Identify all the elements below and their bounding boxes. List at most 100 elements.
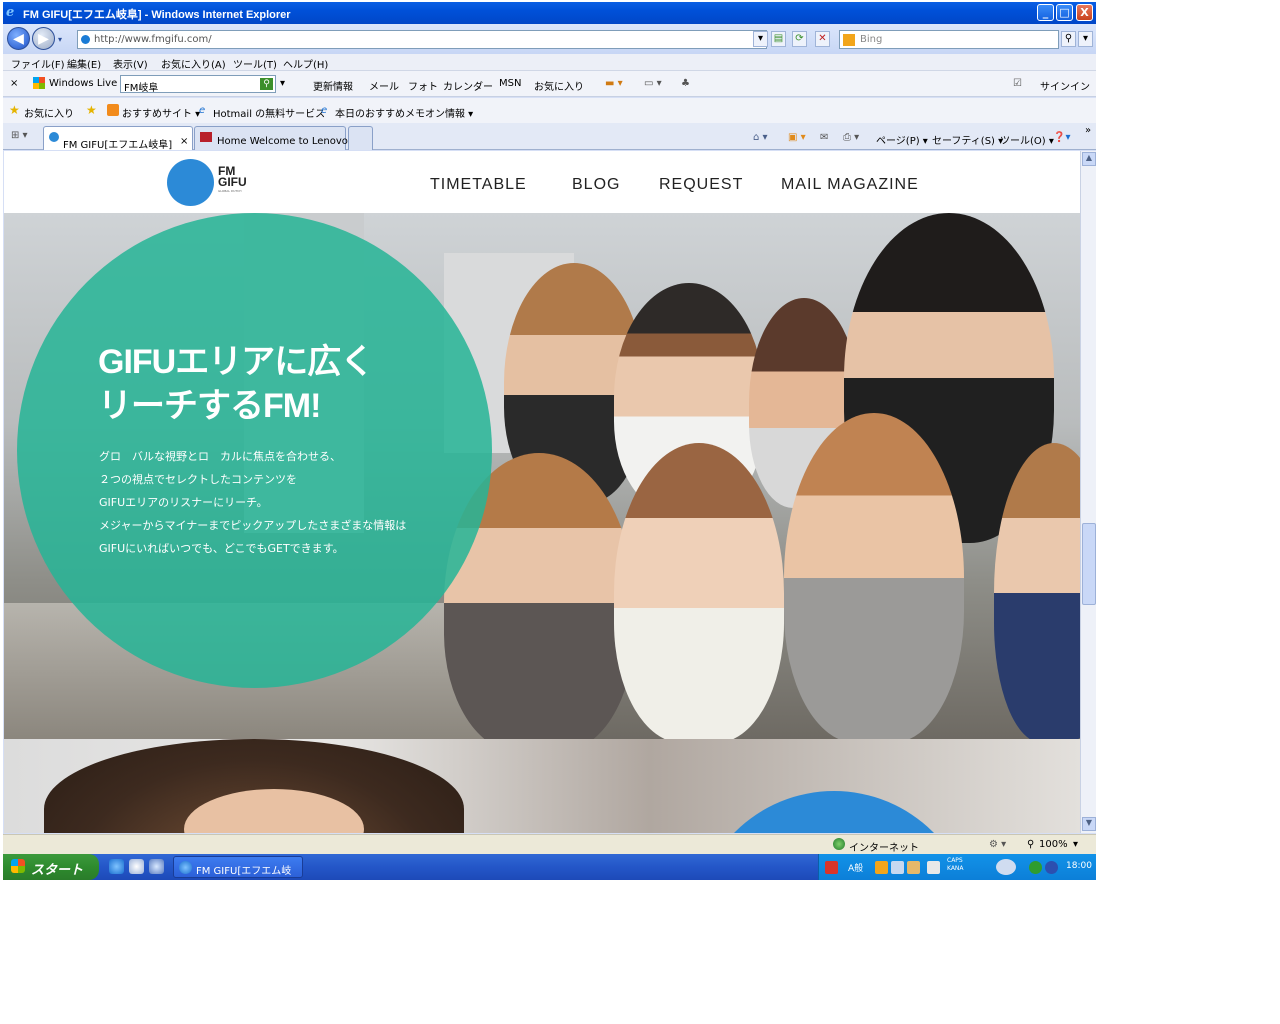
suggested-sites-icon: [107, 104, 119, 116]
compat-view-icon[interactable]: ▤: [771, 31, 786, 47]
scroll-thumb[interactable]: [1082, 523, 1096, 605]
quicklaunch-ie-icon[interactable]: [109, 859, 124, 874]
live-highlight-icon[interactable]: ▬ ▾: [605, 78, 623, 89]
menu-help[interactable]: ヘルプ(H): [283, 56, 328, 71]
tab-lenovo-label: Home Welcome to Lenovo: [217, 136, 348, 147]
search-options-icon[interactable]: ▾: [1078, 31, 1093, 47]
logo-tagline: GLOBAL DUTCH: [218, 189, 242, 193]
menu-view[interactable]: 表示(V): [113, 56, 148, 71]
safety-menu[interactable]: セーフティ(S) ▾: [932, 132, 1003, 147]
tray-help-icon[interactable]: [927, 861, 940, 874]
start-button[interactable]: スタート: [3, 854, 99, 880]
address-field[interactable]: http://www.fmgifu.com/: [77, 30, 767, 49]
fav-hotmail[interactable]: Hotmail の無料サービス: [213, 105, 325, 120]
quick-tabs-icon[interactable]: ⊞ ▾: [11, 130, 28, 141]
search-field[interactable]: Bing: [839, 30, 1059, 49]
tray-app-icon[interactable]: [875, 861, 888, 874]
tab-lenovo[interactable]: Home Welcome to Lenovo: [194, 126, 348, 150]
live-link-msn[interactable]: MSN: [499, 78, 521, 89]
live-toolbar-close-icon[interactable]: ×: [10, 78, 18, 89]
live-link-mail[interactable]: メール: [369, 78, 399, 93]
menu-favorites[interactable]: お気に入り(A): [161, 56, 226, 71]
close-button[interactable]: X: [1076, 4, 1093, 21]
menu-bar: ファイル(F) 編集(E) 表示(V) お気に入り(A) ツール(T) ヘルプ(…: [3, 54, 1096, 71]
live-link-calendar[interactable]: カレンダー: [443, 78, 493, 93]
quicklaunch-media-icon[interactable]: [129, 859, 144, 874]
live-link-photo[interactable]: フォト: [408, 78, 438, 93]
live-link-updates[interactable]: 更新情報: [313, 78, 353, 93]
caps-indicator: CAPS KANA: [947, 857, 964, 873]
command-bar-more[interactable]: »: [1085, 125, 1091, 136]
scroll-up-icon[interactable]: ▲: [1082, 152, 1096, 166]
scroll-down-icon[interactable]: ▼: [1082, 817, 1096, 831]
site-favicon-icon: [81, 35, 90, 44]
search-go-icon[interactable]: ⚲: [1061, 31, 1076, 47]
nav-blog[interactable]: BLOG: [572, 176, 620, 194]
browser-window: e FM GIFU[エフエム岐阜] - Windows Internet Exp…: [3, 2, 1096, 880]
feeds-icon[interactable]: ▣ ▾: [788, 132, 806, 143]
page-menu[interactable]: ページ(P) ▾: [876, 132, 928, 147]
ime-mode[interactable]: A般: [848, 861, 863, 874]
tools-menu[interactable]: ツール(O) ▾: [1000, 132, 1054, 147]
zoom-dropdown-icon[interactable]: ▾: [1073, 839, 1078, 850]
signin-link[interactable]: サインイン: [1040, 78, 1090, 93]
tray-network-icon[interactable]: [996, 859, 1016, 875]
logo-circle[interactable]: [167, 159, 214, 206]
minimize-button[interactable]: _: [1037, 4, 1054, 21]
hero-copy: グロ バルな視野とロ カルに焦点を合わせる、 ２つの視点でセレクトしたコンテンツ…: [99, 445, 406, 560]
quicklaunch-desktop-icon[interactable]: [149, 859, 164, 874]
tray-status-icon[interactable]: [1029, 861, 1042, 874]
tab-fm-gifu-label: FM GIFU[エフエム岐阜]: [63, 140, 173, 151]
nav-mail-magazine[interactable]: MAIL MAGAZINE: [781, 176, 919, 194]
tray-app-icon[interactable]: [891, 861, 904, 874]
security-zone: インターネット: [849, 843, 919, 854]
menu-edit[interactable]: 編集(E): [67, 56, 101, 71]
read-mail-icon[interactable]: ✉: [820, 132, 828, 143]
hero-title: GIFUエリアに広く リーチするFM!: [98, 340, 374, 428]
live-share-icon[interactable]: ▭ ▾: [644, 78, 662, 89]
clock[interactable]: 18:00: [1066, 861, 1092, 871]
fav-suggested-sites[interactable]: おすすめサイト ▾: [122, 105, 200, 120]
protected-mode-icon[interactable]: ⚙ ▾: [989, 839, 1006, 850]
live-link-favorites[interactable]: お気に入り: [534, 78, 584, 93]
live-search-dropdown-icon[interactable]: ▾: [280, 78, 285, 89]
stop-icon[interactable]: ✕: [815, 31, 830, 47]
site-logo[interactable]: FM GIFU: [218, 165, 247, 188]
windows-live-logo-icon: [33, 77, 45, 89]
history-dropdown-icon[interactable]: ▾: [58, 35, 62, 44]
second-section: [4, 739, 1080, 833]
windows-live-brand[interactable]: Windows Live: [49, 78, 117, 89]
hero-copy-line: GIFUにいればいつでも、どこでもGETできます。: [99, 542, 344, 555]
page-viewport: FM GIFU GLOBAL DUTCH TIMETABLE BLOG REQU…: [4, 151, 1080, 833]
maximize-button[interactable]: □: [1056, 4, 1073, 21]
tab-fm-gifu[interactable]: FM GIFU[エフエム岐阜] ×: [43, 126, 193, 151]
nav-request[interactable]: REQUEST: [659, 176, 743, 194]
kana-label: KANA: [947, 865, 964, 872]
taskbar-ie-window[interactable]: FM GIFU[エフエム岐: [173, 856, 303, 878]
new-tab-button[interactable]: [348, 126, 373, 150]
zoom-level[interactable]: 100%: [1039, 839, 1068, 850]
tab-close-icon[interactable]: ×: [180, 136, 188, 147]
tray-antivirus-icon[interactable]: [825, 861, 838, 874]
refresh-icon[interactable]: ⟳: [792, 31, 807, 47]
add-favorite-icon[interactable]: ★: [86, 103, 97, 117]
print-icon[interactable]: ⎙ ▾: [843, 132, 859, 143]
live-search-field[interactable]: FM岐阜 ⚲: [120, 75, 276, 94]
tray-volume-icon[interactable]: [1045, 861, 1058, 874]
tray-app-icon[interactable]: [907, 861, 920, 874]
forward-button[interactable]: ▶: [32, 27, 55, 50]
help-icon[interactable]: ❓▾: [1053, 132, 1070, 143]
address-dropdown-icon[interactable]: ▾: [753, 31, 768, 47]
vertical-scrollbar[interactable]: ▲ ▼: [1080, 151, 1096, 833]
favorites-button[interactable]: お気に入り: [24, 105, 74, 120]
home-icon[interactable]: ⌂ ▾: [753, 132, 768, 143]
live-people-icon[interactable]: ♣: [681, 78, 690, 89]
taskbar-window-title: FM GIFU[エフエム岐: [196, 866, 292, 877]
live-search-icon[interactable]: ⚲: [260, 78, 273, 90]
back-button[interactable]: ◀: [7, 27, 30, 50]
internet-zone-icon: [833, 838, 845, 850]
fav-recommend[interactable]: 本日のおすすめメモオン情報 ▾: [335, 105, 473, 120]
menu-file[interactable]: ファイル(F): [11, 56, 65, 71]
nav-timetable[interactable]: TIMETABLE: [430, 176, 527, 194]
menu-tools[interactable]: ツール(T): [233, 56, 277, 71]
